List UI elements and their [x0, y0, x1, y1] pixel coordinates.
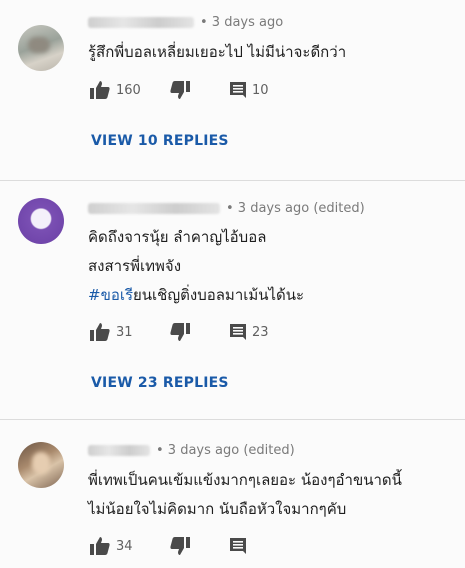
reply-button[interactable]: 23: [230, 321, 269, 343]
thumbs-down-icon: [170, 323, 190, 341]
dislike-button[interactable]: [170, 79, 190, 101]
comment-1: • 3 days ago รู้สึกพี่บอลเหลี่ยมเยอะไป ไ…: [0, 0, 465, 180]
reply-button[interactable]: [230, 535, 246, 557]
author-name[interactable]: [88, 203, 220, 214]
reply-comment-icon: [230, 324, 246, 340]
author-name[interactable]: [88, 445, 150, 456]
comment-text: รู้สึกพี่บอลเหลี่ยมเยอะไป ไม่มีน่าจะดีกว…: [88, 38, 346, 67]
like-count: 34: [116, 538, 133, 554]
comment-line: คิดถึงจารนุ้ย ลำคาญไอ้บอล: [88, 228, 267, 246]
comment-text: คิดถึงจารนุ้ย ลำคาญไอ้บอล สงสารพี่เทพจัง…: [88, 223, 304, 310]
comment-line-rest: ยนเชิญติ่งบอลมาเม้นได้นะ: [133, 286, 305, 304]
reply-count: 10: [252, 82, 269, 98]
avatar[interactable]: [18, 25, 64, 71]
comment-text: พี่เทพเป็นคนเข้มแข้งมากๆเลยอะ น้องๆอำขนา…: [88, 466, 402, 524]
thumbs-up-icon: [90, 323, 110, 341]
like-button[interactable]: 31: [90, 321, 133, 343]
comment-line: ไม่น้อยใจไม่คิดมาก นับถือหัวใจมากๆคับ: [88, 500, 347, 518]
reply-comment-icon: [230, 538, 246, 554]
thumbs-up-icon: [90, 81, 110, 99]
comment-line: พี่เทพเป็นคนเข้มแข้งมากๆเลยอะ น้องๆอำขนา…: [88, 471, 402, 489]
reply-count: 23: [252, 324, 269, 340]
like-button[interactable]: 160: [90, 79, 141, 101]
reply-comment-icon: [230, 82, 246, 98]
view-replies-link[interactable]: VIEW 10 REPLIES: [91, 133, 229, 149]
avatar[interactable]: [18, 198, 64, 244]
comment-line: สงสารพี่เทพจัง: [88, 257, 182, 275]
thumbs-down-icon: [170, 81, 190, 99]
avatar[interactable]: [18, 442, 64, 488]
author-name[interactable]: [88, 17, 194, 28]
comment-2: • 3 days ago (edited) คิดถึงจารนุ้ย ลำคา…: [0, 181, 465, 419]
like-button[interactable]: 34: [90, 535, 133, 557]
comment-time: • 3 days ago (edited): [226, 201, 365, 216]
comment-time: • 3 days ago: [200, 15, 284, 30]
comment-meta: • 3 days ago (edited): [88, 201, 365, 216]
thumbs-up-icon: [90, 537, 110, 555]
thumbs-down-icon: [170, 537, 190, 555]
comment-meta: • 3 days ago (edited): [88, 443, 295, 458]
view-replies-link[interactable]: VIEW 23 REPLIES: [91, 375, 229, 391]
dislike-button[interactable]: [170, 535, 190, 557]
comment-meta: • 3 days ago: [88, 15, 283, 30]
reply-button[interactable]: 10: [230, 79, 269, 101]
comment-3: • 3 days ago (edited) พี่เทพเป็นคนเข้มแข…: [0, 420, 465, 568]
like-count: 160: [116, 82, 141, 98]
dislike-button[interactable]: [170, 321, 190, 343]
comment-line: #ขอเรียนเชิญติ่งบอลมาเม้นได้นะ: [88, 281, 304, 310]
comment-line: รู้สึกพี่บอลเหลี่ยมเยอะไป ไม่มีน่าจะดีกว…: [88, 43, 347, 61]
hashtag-link[interactable]: #ขอเรี: [88, 286, 133, 304]
comment-time: • 3 days ago (edited): [156, 443, 295, 458]
like-count: 31: [116, 324, 133, 340]
